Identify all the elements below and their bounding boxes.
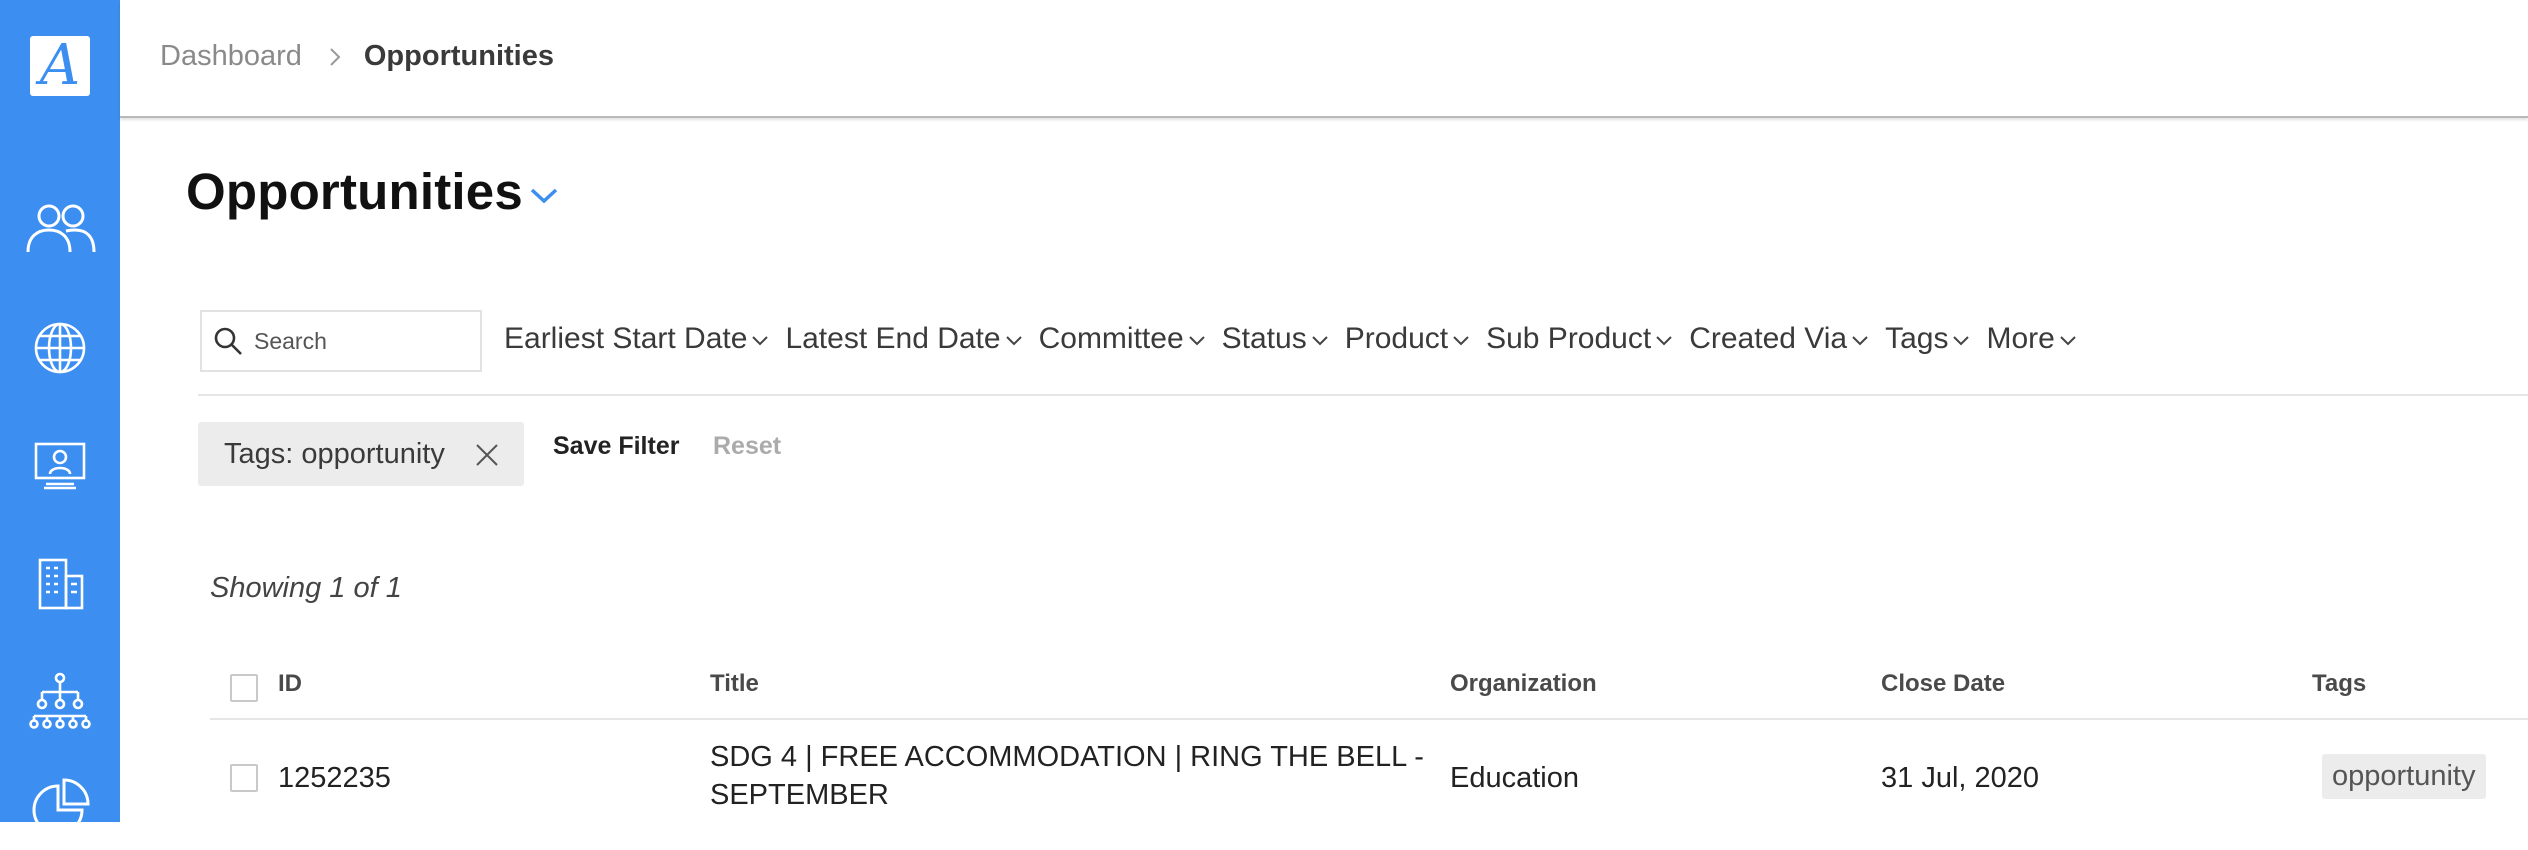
sidebar-item-building[interactable] bbox=[20, 544, 100, 624]
cell-id: 1252235 bbox=[278, 762, 391, 794]
search-input[interactable] bbox=[254, 327, 464, 355]
cell-close-date: 31 Jul, 2020 bbox=[1881, 762, 2040, 794]
table-row[interactable]: 1252235 SDG 4 | FREE ACCOMMODATION | RIN… bbox=[210, 720, 2528, 830]
chevron-right-icon bbox=[328, 46, 342, 68]
filter-status[interactable]: Status bbox=[1222, 322, 1329, 356]
breadcrumb: Dashboard Opportunities bbox=[160, 40, 554, 73]
pie-chart-icon bbox=[32, 778, 90, 836]
cell-organization: Education bbox=[1450, 762, 1579, 794]
results-count: Showing 1 of 1 bbox=[210, 572, 402, 604]
chevron-down-icon bbox=[1005, 336, 1022, 346]
cell-title-line: SDG 4 | FREE ACCOMMODATION | RING THE BE… bbox=[710, 741, 1424, 773]
breadcrumb-current: Opportunities bbox=[363, 40, 554, 72]
cell-title[interactable]: SDG 4 | FREE ACCOMMODATION | RING THE BE… bbox=[710, 738, 1424, 814]
people-icon bbox=[26, 204, 96, 253]
chevron-down-icon bbox=[1311, 336, 1328, 346]
filter-tags[interactable]: Tags bbox=[1885, 322, 1970, 356]
chevron-down-icon bbox=[752, 336, 769, 346]
filter-earliest-start-date[interactable]: Earliest Start Date bbox=[504, 322, 769, 356]
column-header-title[interactable]: Title bbox=[710, 670, 759, 698]
filter-created-via[interactable]: Created Via bbox=[1689, 322, 1869, 356]
chevron-down-icon bbox=[1453, 336, 1469, 346]
filter-label: Sub Product bbox=[1486, 322, 1652, 355]
row-checkbox[interactable] bbox=[230, 764, 258, 792]
filter-label: Tags bbox=[1885, 322, 1949, 355]
select-all-checkbox[interactable] bbox=[230, 674, 258, 702]
page-title-dropdown[interactable]: Opportunities bbox=[186, 162, 559, 221]
filter-label: Committee bbox=[1038, 322, 1184, 355]
chevron-down-icon bbox=[1656, 336, 1672, 346]
filter-latest-end-date[interactable]: Latest End Date bbox=[785, 322, 1022, 356]
chevron-down-icon bbox=[1953, 336, 1970, 346]
logo-letter: A bbox=[39, 33, 81, 98]
breadcrumb-dashboard[interactable]: Dashboard bbox=[160, 40, 302, 73]
chevron-down-icon bbox=[529, 186, 559, 211]
filter-label: Created Via bbox=[1689, 322, 1848, 355]
filter-product[interactable]: Product bbox=[1345, 322, 1470, 356]
filter-dropdowns: Earliest Start Date Latest End Date Comm… bbox=[504, 322, 2093, 356]
filter-label: Earliest Start Date bbox=[504, 322, 748, 355]
column-header-close-date[interactable]: Close Date bbox=[1881, 670, 2005, 698]
filter-label: Product bbox=[1344, 322, 1449, 355]
app-logo[interactable]: A bbox=[30, 36, 90, 96]
table-header: ID Title Organization Close Date Tags bbox=[210, 660, 2528, 720]
building-icon bbox=[38, 558, 84, 610]
sidebar-item-people[interactable] bbox=[20, 190, 100, 270]
opportunities-table: ID Title Organization Close Date Tags 12… bbox=[210, 660, 2528, 830]
chevron-down-icon bbox=[1852, 336, 1868, 346]
filter-label: Status bbox=[1221, 322, 1307, 355]
filter-committee[interactable]: Committee bbox=[1039, 322, 1206, 356]
sidebar-item-hierarchy[interactable] bbox=[20, 660, 100, 740]
cell-title-line: SEPTEMBER bbox=[710, 779, 889, 811]
chevron-down-icon bbox=[1188, 336, 1205, 346]
filter-label: Latest End Date bbox=[785, 322, 1001, 355]
filter-more[interactable]: More bbox=[1986, 322, 2076, 356]
globe-icon bbox=[34, 322, 86, 374]
sidebar: A bbox=[0, 0, 120, 836]
page-title: Opportunities bbox=[186, 163, 523, 220]
close-icon[interactable] bbox=[474, 442, 500, 476]
reset-button[interactable]: Reset bbox=[713, 432, 781, 461]
sidebar-item-presentation[interactable] bbox=[20, 424, 100, 504]
filter-label: More bbox=[1986, 322, 2055, 355]
presentation-icon bbox=[34, 442, 86, 490]
sidebar-item-reports[interactable] bbox=[20, 770, 100, 850]
column-header-organization[interactable]: Organization bbox=[1450, 670, 1597, 698]
active-filter-label: Tags: opportunity bbox=[224, 437, 445, 470]
chevron-down-icon bbox=[2060, 336, 2076, 346]
save-filter-button[interactable]: Save Filter bbox=[553, 432, 679, 461]
filter-sub-product[interactable]: Sub Product bbox=[1486, 322, 1673, 356]
tag-badge: opportunity bbox=[2322, 754, 2486, 799]
column-header-tags[interactable]: Tags bbox=[2312, 670, 2366, 698]
active-filter-chip: Tags: opportunity bbox=[198, 422, 524, 486]
hierarchy-icon bbox=[29, 672, 91, 729]
search-box bbox=[200, 310, 482, 372]
top-bar: Dashboard Opportunities bbox=[120, 0, 2528, 118]
sidebar-item-globe[interactable] bbox=[20, 308, 100, 388]
column-header-id[interactable]: ID bbox=[278, 670, 302, 698]
filter-bar: Earliest Start Date Latest End Date Comm… bbox=[198, 308, 2528, 396]
search-icon bbox=[214, 327, 242, 355]
